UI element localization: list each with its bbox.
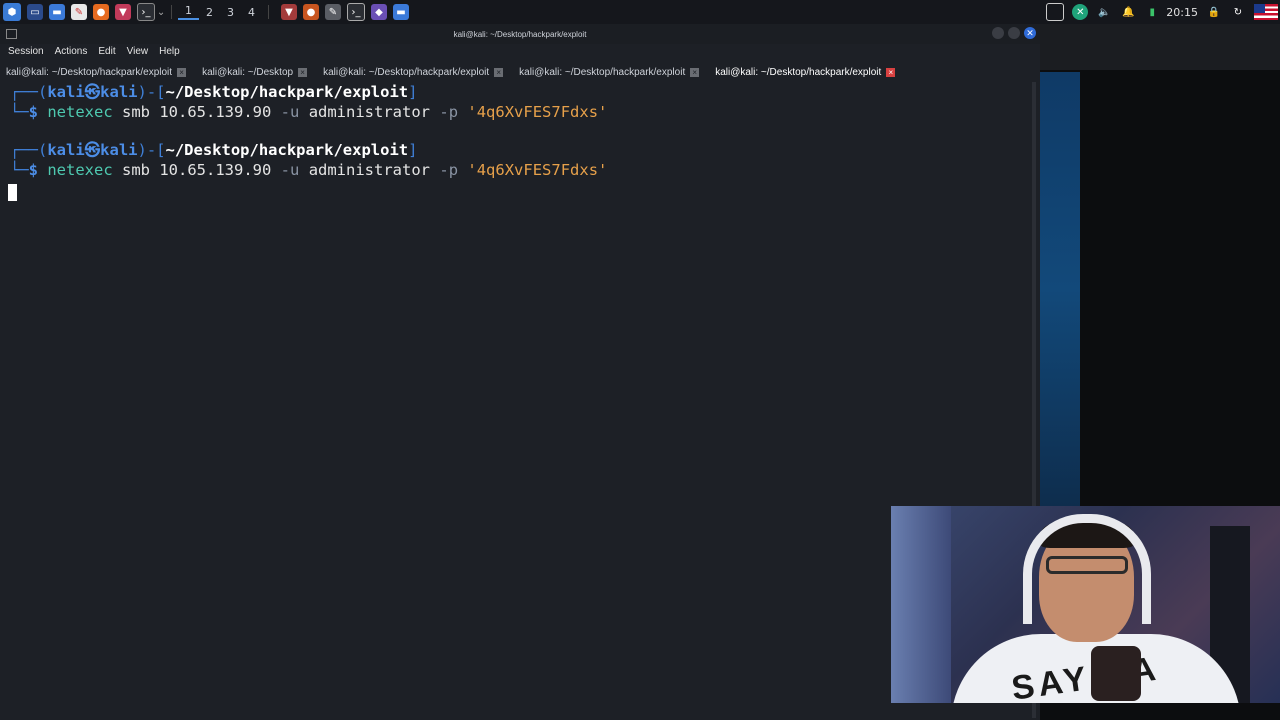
tab-4[interactable]: kali@kali: ~/Desktop/hackpark/exploit × [513, 62, 705, 82]
tab-close-icon[interactable]: × [690, 67, 700, 77]
prompt-user: kali [47, 83, 85, 101]
vpn-icon[interactable]: ✕ [1072, 4, 1089, 20]
firefox-taskbar-icon[interactable]: ● [303, 4, 319, 20]
tab-label: kali@kali: ~/Desktop/hackpark/exploit [715, 66, 882, 78]
command-name: netexec [47, 103, 113, 121]
command-args: administrator [308, 161, 431, 179]
app-taskbar-icon[interactable]: ◆ [371, 4, 387, 20]
chevron-down-icon[interactable]: ⌄ [157, 4, 165, 20]
terminal-window: kali@kali: ~/Desktop/hackpark/exploit ✕ … [0, 24, 1040, 720]
webcam-headset [1023, 514, 1151, 624]
refresh-icon[interactable]: ↻ [1230, 4, 1246, 20]
system-tray: ✕ 🔈 🔔 ▮ 20:15 🔒 ↻ [1038, 0, 1280, 24]
webcam-background-light [891, 506, 951, 703]
terminal-launcher-icon[interactable]: ›_ [137, 3, 155, 21]
burp-taskbar-icon[interactable]: ▼ [281, 4, 297, 20]
tab-close-icon[interactable]: × [177, 67, 187, 77]
webcam-overlay: SAY NA [891, 506, 1280, 703]
notification-bell-icon[interactable]: 🔔 [1120, 4, 1136, 20]
tab-label: kali@kali: ~/Desktop/hackpark/exploit [519, 66, 686, 78]
maximize-button[interactable] [1008, 27, 1020, 39]
clock[interactable]: 20:15 [1166, 6, 1198, 19]
show-desktop-icon[interactable]: ▭ [27, 4, 43, 20]
menu-session[interactable]: Session [8, 46, 44, 57]
text-editor-icon[interactable]: ✎ [71, 4, 87, 20]
menu-edit[interactable]: Edit [98, 46, 115, 57]
command-flag: -p [439, 103, 459, 121]
close-button[interactable]: ✕ [1024, 27, 1036, 39]
workspace-2[interactable]: 2 [199, 6, 220, 19]
app-icon[interactable] [6, 29, 17, 39]
background-window-header [1040, 24, 1280, 70]
volume-icon[interactable]: 🔈 [1096, 4, 1112, 20]
window-controls: ✕ [988, 27, 1036, 39]
folder-taskbar-icon[interactable]: ▬ [393, 4, 409, 20]
menu-help[interactable]: Help [159, 46, 180, 57]
command-args: smb 10.65.139.90 [122, 103, 272, 121]
prompt-path: ~/Desktop/hackpark/exploit [165, 83, 409, 101]
prompt-line: ┌──(kali㉿kali)-[~/Desktop/hackpark/explo… [10, 83, 418, 101]
workspace-4[interactable]: 4 [241, 6, 262, 19]
firefox-icon[interactable]: ● [93, 4, 109, 20]
keyboard-layout-flag-icon[interactable] [1254, 4, 1278, 20]
file-manager-icon[interactable]: ▬ [49, 4, 65, 20]
window-icon[interactable] [1046, 3, 1065, 21]
top-panel: ⬢ ▭ ▬ ✎ ● ▼ ›_ ⌄ 1 2 3 4 ▼ ● ✎ ›_ ◆ ▬ ✕ … [0, 0, 1280, 25]
workspace-3[interactable]: 3 [220, 6, 241, 19]
command-line: └─$ netexec smb 10.65.139.90 -u administ… [10, 161, 608, 179]
menu-bar: Session Actions Edit View Help [0, 44, 1040, 58]
menu-actions[interactable]: Actions [55, 46, 88, 57]
window-titlebar[interactable]: kali@kali: ~/Desktop/hackpark/exploit ✕ [0, 24, 1040, 44]
command-line: └─$ netexec smb 10.65.139.90 -u administ… [10, 103, 608, 121]
command-flag: -u [280, 161, 300, 179]
command-args: administrator [308, 103, 431, 121]
menu-view[interactable]: View [127, 46, 149, 57]
kali-menu-icon[interactable]: ⬢ [3, 3, 21, 21]
tab-1[interactable]: kali@kali: ~/Desktop/hackpark/exploit × [0, 62, 192, 82]
workspace-1[interactable]: 1 [178, 4, 199, 20]
tab-label: kali@kali: ~/Desktop/hackpark/exploit [323, 66, 490, 78]
tab-close-icon[interactable]: × [886, 67, 896, 77]
minimize-button[interactable] [992, 27, 1004, 39]
tab-3[interactable]: kali@kali: ~/Desktop/hackpark/exploit × [317, 62, 509, 82]
prompt-path: ~/Desktop/hackpark/exploit [165, 141, 409, 159]
burp-icon[interactable]: ▼ [115, 4, 131, 20]
tab-bar: kali@kali: ~/Desktop/hackpark/exploit × … [0, 62, 1040, 82]
command-flag: -u [280, 103, 300, 121]
prompt-host: kali [100, 83, 138, 101]
battery-icon[interactable]: ▮ [1144, 4, 1160, 20]
prompt-host: kali [100, 141, 138, 159]
tab-close-icon[interactable]: × [494, 67, 504, 77]
command-password: '4q6XvFES7Fdxs' [467, 161, 608, 179]
prompt-line: ┌──(kali㉿kali)-[~/Desktop/hackpark/explo… [10, 141, 418, 159]
command-args: smb 10.65.139.90 [122, 161, 272, 179]
text-cursor [8, 184, 17, 201]
webcam-microphone [1091, 646, 1141, 701]
prompt-at: ㉿ [84, 141, 101, 159]
editor-taskbar-icon[interactable]: ✎ [325, 4, 341, 20]
tab-label: kali@kali: ~/Desktop/hackpark/exploit [6, 66, 173, 78]
prompt-at: ㉿ [84, 83, 101, 101]
tab-close-icon[interactable]: × [298, 67, 308, 77]
background-window-panel [1040, 72, 1080, 506]
terminal-output[interactable]: ┌──(kali㉿kali)-[~/Desktop/hackpark/explo… [0, 82, 1036, 720]
panel-separator [171, 5, 172, 19]
prompt-user: kali [47, 141, 85, 159]
command-flag: -p [439, 161, 459, 179]
tab-2[interactable]: kali@kali: ~/Desktop × [196, 62, 313, 82]
panel-separator [268, 5, 269, 19]
command-password: '4q6XvFES7Fdxs' [467, 103, 608, 121]
window-title: kali@kali: ~/Desktop/hackpark/exploit [453, 29, 587, 39]
tab-label: kali@kali: ~/Desktop [202, 66, 294, 78]
terminal-taskbar-icon[interactable]: ›_ [347, 3, 365, 21]
command-name: netexec [47, 161, 113, 179]
tab-5-active[interactable]: kali@kali: ~/Desktop/hackpark/exploit × [709, 62, 901, 82]
lock-icon[interactable]: 🔒 [1206, 4, 1222, 20]
